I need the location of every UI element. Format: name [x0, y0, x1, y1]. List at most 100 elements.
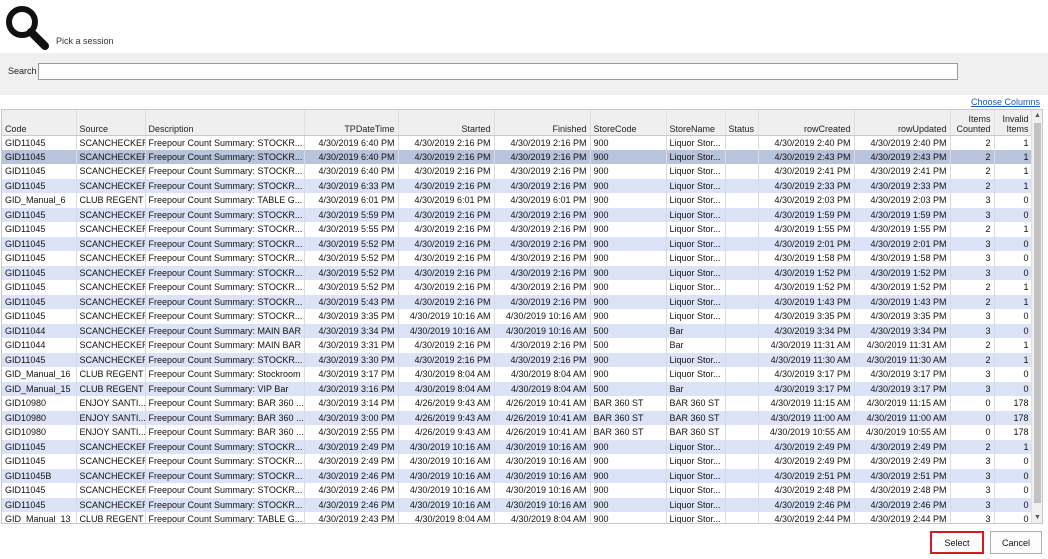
column-header-invalid-items[interactable]: Invalid Items [994, 110, 1033, 136]
table-row[interactable]: GID11044 SCANCHECKER Freepour Count Summar… [2, 323, 1033, 338]
cell-rowupdated: 4/30/2019 2:03 PM [854, 193, 951, 208]
cell-rowcreated: 4/30/2019 2:46 PM [758, 497, 855, 512]
table-row[interactable]: GID_Manual_15 CLUB REGENT Freepour Count S… [2, 381, 1033, 396]
table-row[interactable]: GID_Manual_16 CLUB REGENT Freepour Count S… [2, 367, 1033, 382]
table-row[interactable]: GID11045 SCANCHECKER Freepour Count Summar… [2, 483, 1033, 498]
column-header-storename[interactable]: StoreName [666, 110, 726, 136]
vertical-scrollbar[interactable]: ▲ ▼ [1031, 110, 1042, 523]
table-row[interactable]: GID_Manual_13 CLUB REGENT Freepour Count S… [2, 512, 1033, 523]
cell-invalid-items: 0 [994, 323, 1033, 338]
cell-rowupdated: 4/30/2019 2:49 PM [854, 454, 951, 469]
table-row[interactable]: GID11044 SCANCHECKER Freepour Count Summar… [2, 338, 1033, 353]
table-row[interactable]: GID11045 SCANCHECKER Freepour Count Summar… [2, 497, 1033, 512]
cell-rowcreated: 4/30/2019 11:15 AM [758, 396, 855, 411]
cell-rowupdated: 4/30/2019 1:52 PM [854, 265, 951, 280]
table-row[interactable]: GID11045 SCANCHECKER Freepour Count Summar… [2, 178, 1033, 193]
cell-status [725, 381, 759, 396]
table-row[interactable]: GID11045 SCANCHECKER Freepour Count Summar… [2, 251, 1033, 266]
table-row[interactable]: GID11045 SCANCHECKER Freepour Count Summar… [2, 294, 1033, 309]
cell-tpdatetime: 4/30/2019 6:40 PM [304, 164, 399, 179]
choose-columns-link[interactable]: Choose Columns [971, 97, 1040, 107]
cell-storecode: 900 [590, 178, 667, 193]
cell-started: 4/30/2019 10:16 AM [398, 497, 495, 512]
cell-status [725, 193, 759, 208]
cell-status [725, 410, 759, 425]
cell-tpdatetime: 4/30/2019 5:52 PM [304, 236, 399, 251]
cell-storecode: 500 [590, 323, 667, 338]
table-row[interactable]: GID10980 ENJOY SANTI... Freepour Count Sum… [2, 425, 1033, 440]
cell-started: 4/30/2019 2:16 PM [398, 164, 495, 179]
table-row[interactable]: GID11045 SCANCHECKER Freepour Count Summar… [2, 352, 1033, 367]
column-header-code[interactable]: Code [2, 110, 77, 136]
cell-rowupdated: 4/30/2019 2:01 PM [854, 236, 951, 251]
cell-source: SCANCHECKER [76, 497, 146, 512]
cell-rowcreated: 4/30/2019 3:34 PM [758, 323, 855, 338]
cell-description: Freepour Count Summary: STOCKR... [145, 207, 305, 222]
cell-rowupdated: 4/30/2019 2:44 PM [854, 512, 951, 523]
table-row[interactable]: GID11045B SCANCHECKER Freepour Count Summa… [2, 468, 1033, 483]
scrollbar-thumb[interactable] [1034, 123, 1041, 503]
cell-finished: 4/30/2019 6:01 PM [494, 193, 591, 208]
cell-status [725, 236, 759, 251]
cell-invalid-items: 0 [994, 251, 1033, 266]
column-header-storecode[interactable]: StoreCode [590, 110, 667, 136]
table-row[interactable]: GID11045 SCANCHECKER Freepour Count Summar… [2, 309, 1033, 324]
cell-finished: 4/30/2019 2:16 PM [494, 280, 591, 295]
cell-rowcreated: 4/30/2019 3:17 PM [758, 381, 855, 396]
cell-finished: 4/26/2019 10:41 AM [494, 396, 591, 411]
cell-source: ENJOY SANTI... [76, 396, 146, 411]
cell-storecode: 900 [590, 135, 667, 150]
table-row[interactable]: GID11045 SCANCHECKER Freepour Count Summar… [2, 149, 1033, 164]
cell-source: CLUB REGENT [76, 193, 146, 208]
select-button[interactable]: Select [930, 531, 984, 554]
cell-items-counted: 3 [950, 512, 995, 523]
table-row[interactable]: GID11045 SCANCHECKER Freepour Count Summar… [2, 454, 1033, 469]
column-header-items-counted[interactable]: Items Counted [950, 110, 995, 136]
table-row[interactable]: GID11045 SCANCHECKER Freepour Count Summar… [2, 222, 1033, 237]
cell-started: 4/30/2019 2:16 PM [398, 149, 495, 164]
cell-started: 4/30/2019 2:16 PM [398, 352, 495, 367]
cell-description: Freepour Count Summary: STOCKR... [145, 164, 305, 179]
table-row[interactable]: GID11045 SCANCHECKER Freepour Count Summar… [2, 164, 1033, 179]
table-row[interactable]: GID11045 SCANCHECKER Freepour Count Summar… [2, 439, 1033, 454]
column-header-tpdatetime[interactable]: TPDateTime [304, 110, 399, 136]
table-row[interactable]: GID_Manual_6 CLUB REGENT Freepour Count Su… [2, 193, 1033, 208]
cell-code: GID_Manual_13 [2, 512, 77, 523]
table-row[interactable]: GID11045 SCANCHECKER Freepour Count Summar… [2, 265, 1033, 280]
chevron-up-icon[interactable]: ▲ [1032, 110, 1042, 121]
cell-items-counted: 2 [950, 164, 995, 179]
cell-rowupdated: 4/30/2019 10:55 AM [854, 425, 951, 440]
table-row[interactable]: GID11045 SCANCHECKER Freepour Count Summar… [2, 135, 1033, 150]
cell-rowcreated: 4/30/2019 1:43 PM [758, 294, 855, 309]
table-row[interactable]: GID11045 SCANCHECKER Freepour Count Summar… [2, 207, 1033, 222]
table-row[interactable]: GID10980 ENJOY SANTI... Freepour Count Sum… [2, 410, 1033, 425]
cell-storecode: 900 [590, 222, 667, 237]
column-header-description[interactable]: Description [145, 110, 305, 136]
cell-invalid-items: 1 [994, 338, 1033, 353]
cell-invalid-items: 0 [994, 454, 1033, 469]
table-row[interactable]: GID11045 SCANCHECKER Freepour Count Summar… [2, 280, 1033, 295]
cell-items-counted: 3 [950, 251, 995, 266]
column-header-source[interactable]: Source [76, 110, 146, 136]
chevron-down-icon[interactable]: ▼ [1032, 512, 1042, 523]
table-row[interactable]: GID10980 ENJOY SANTI... Freepour Count Sum… [2, 396, 1033, 411]
search-input[interactable] [38, 63, 958, 80]
column-header-started[interactable]: Started [398, 110, 495, 136]
cell-started: 4/30/2019 10:16 AM [398, 483, 495, 498]
column-header-status[interactable]: Status [725, 110, 759, 136]
cell-items-counted: 3 [950, 193, 995, 208]
column-header-finished[interactable]: Finished [494, 110, 591, 136]
cell-code: GID_Manual_15 [2, 381, 77, 396]
cell-started: 4/30/2019 2:16 PM [398, 236, 495, 251]
cancel-button[interactable]: Cancel [990, 531, 1042, 554]
cell-invalid-items: 0 [994, 207, 1033, 222]
cell-code: GID11044 [2, 323, 77, 338]
column-header-rowcreated[interactable]: rowCreated [758, 110, 855, 136]
cell-started: 4/30/2019 10:16 AM [398, 468, 495, 483]
cell-invalid-items: 0 [994, 236, 1033, 251]
cell-finished: 4/30/2019 2:16 PM [494, 178, 591, 193]
cell-storename: Liquor Stor... [666, 193, 726, 208]
cell-status [725, 135, 759, 150]
column-header-rowupdated[interactable]: rowUpdated [854, 110, 951, 136]
table-row[interactable]: GID11045 SCANCHECKER Freepour Count Summar… [2, 236, 1033, 251]
